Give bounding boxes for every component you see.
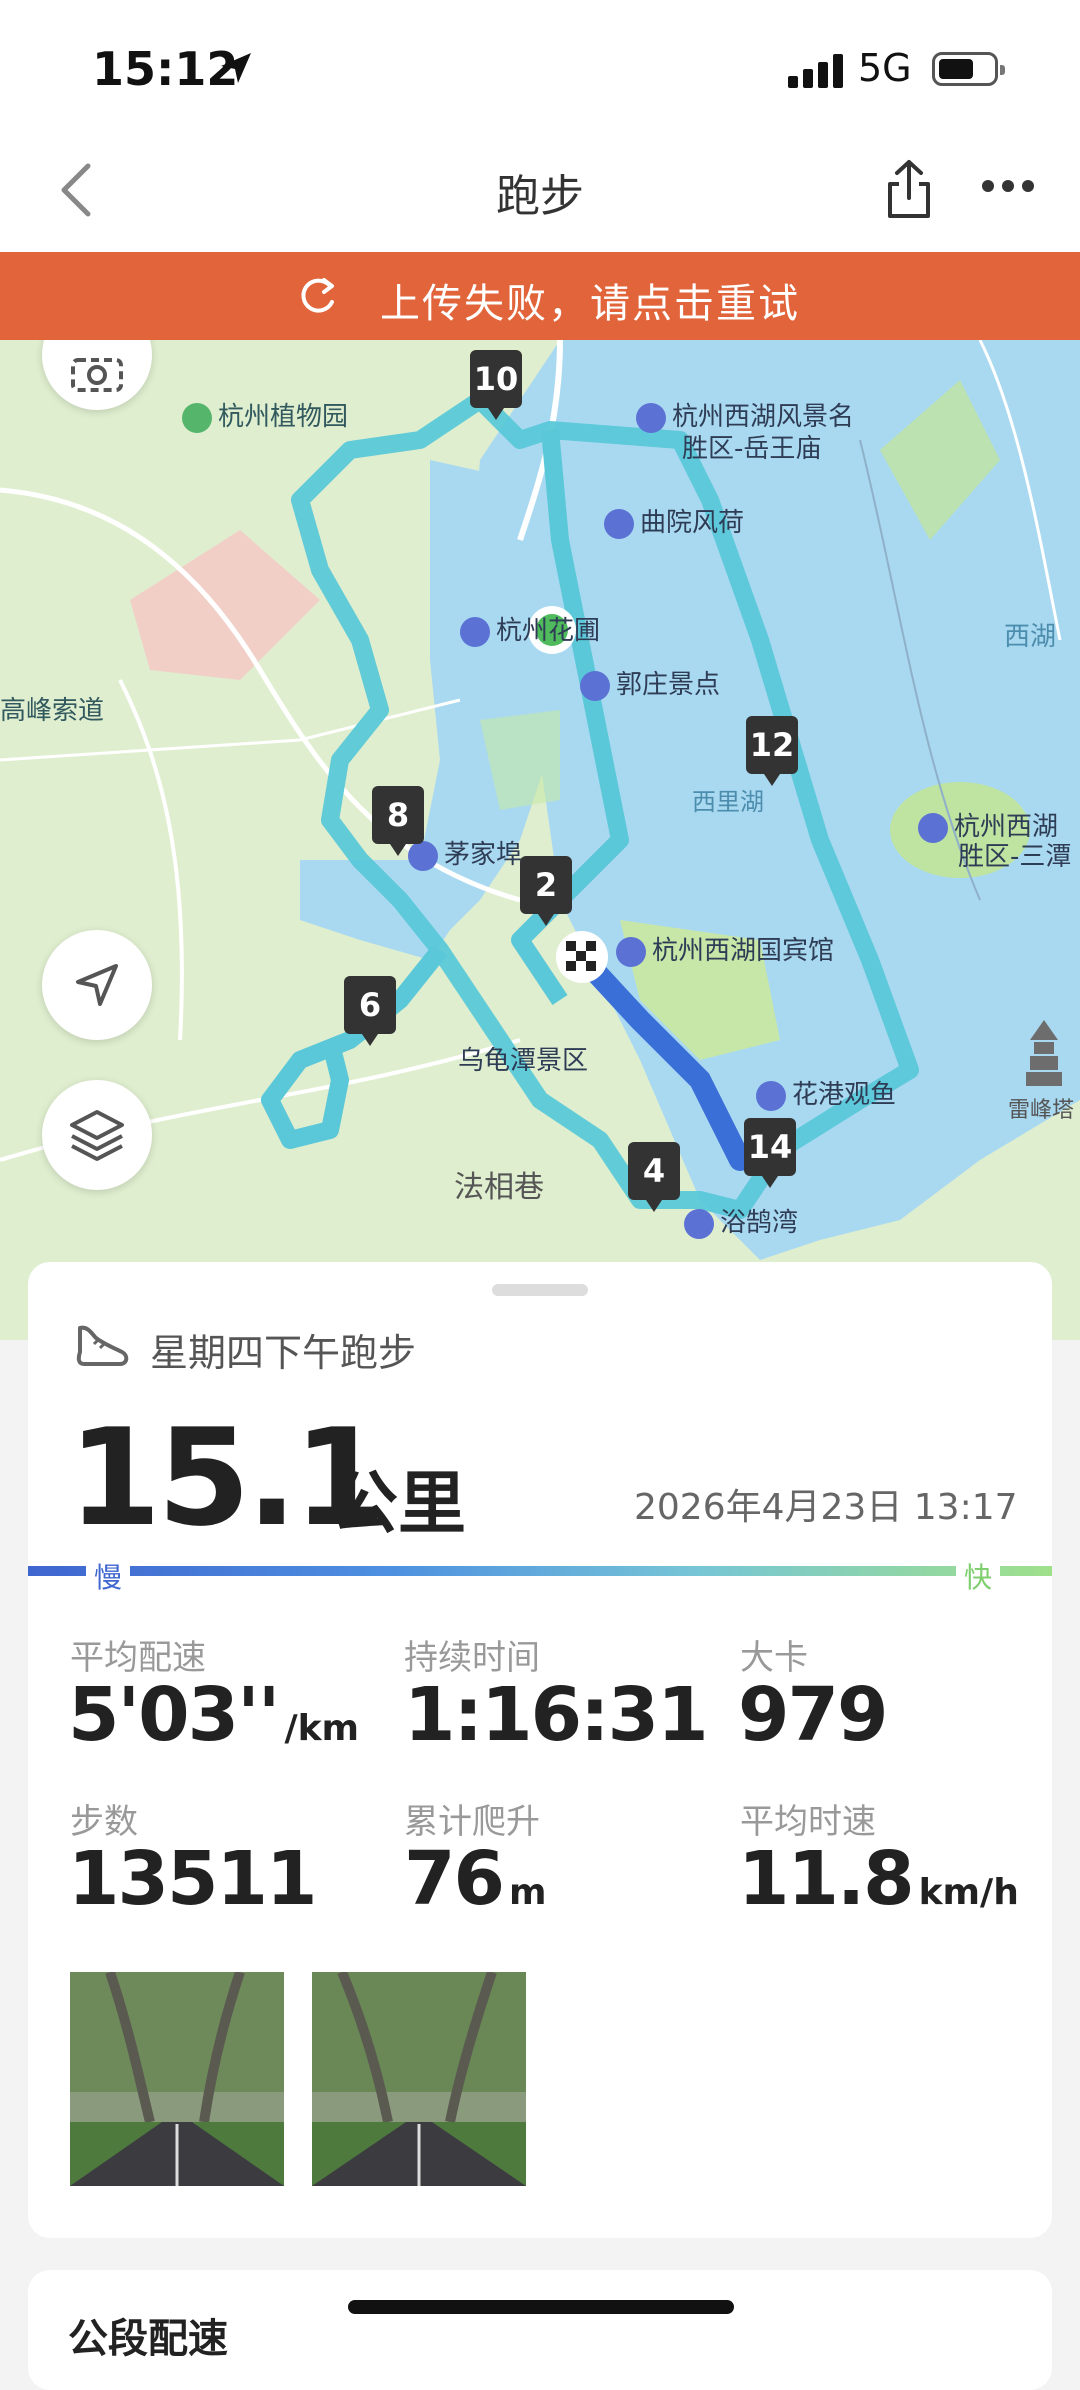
location-arrow-icon: [221, 53, 251, 83]
home-indicator: [348, 2300, 734, 2314]
split-pace-title: 公段配速: [68, 2316, 228, 2362]
scenic-icon: [918, 812, 948, 843]
fast-label: 快: [956, 1556, 1001, 1596]
activity-datetime: 2026年4月23日 13:17: [634, 1487, 1018, 1528]
map-label-guozhuang: 郭庄景点: [580, 664, 720, 701]
retry-icon: [301, 278, 334, 313]
map-label-guesthouse: 杭州西湖国宾馆: [616, 930, 834, 967]
km-marker: 8: [372, 786, 424, 856]
stat-avg-pace: 5'03''/km: [68, 1672, 360, 1758]
scenic-icon: [636, 402, 666, 433]
layers-button[interactable]: [42, 1080, 152, 1190]
map-label-leifeng: 雷峰塔: [1008, 1098, 1075, 1123]
map-label-gaofeng: 高峰索道: [0, 696, 105, 726]
km-marker: 10: [470, 350, 522, 420]
map-label-botanical: 杭州植物园: [182, 396, 348, 433]
map-label-xilihu: 西里湖: [692, 788, 764, 816]
scenic-icon: [684, 1208, 714, 1239]
stat-duration: 1:16:31: [404, 1672, 709, 1758]
locate-button[interactable]: [42, 930, 152, 1040]
running-shoe-icon: [76, 1325, 129, 1366]
map-label-xihu: 西湖: [1004, 622, 1057, 652]
map-label-yuewang-2: 胜区-岳王庙: [682, 434, 822, 464]
road-photo: [70, 1972, 284, 2186]
km-marker: 14: [744, 1118, 796, 1188]
map-label-santan-2: 胜区-三潭: [958, 842, 1072, 872]
scenic-icon: [460, 616, 490, 647]
battery-icon: [932, 52, 1005, 86]
activity-title: 星期四下午跑步: [150, 1331, 417, 1375]
photo-thumbnail[interactable]: [312, 1972, 526, 2186]
network-type: 5G: [858, 46, 912, 90]
map-label-quyuan: 曲院风荷: [604, 502, 744, 539]
pace-gradient-bar: [28, 1566, 1052, 1576]
stat-avg-speed: 11.8 km/h: [738, 1836, 1019, 1922]
map-label-maojiabu: 茅家埠: [408, 834, 522, 871]
map-label-faxiang: 法相巷: [454, 1170, 544, 1205]
photo-thumbnail[interactable]: [70, 1972, 284, 2186]
layers-icon: [70, 1110, 124, 1161]
slow-label: 慢: [86, 1556, 131, 1596]
map-label-yuhuwan: 浴鹄湾: [684, 1202, 798, 1239]
route-map[interactable]: 杭州植物园 杭州西湖风景名 胜区-岳王庙 曲院风荷 杭州花圃 郭庄景点 西湖 高…: [0, 340, 1080, 1340]
banner-text: 上传失败，请点击重试: [380, 281, 800, 327]
road-photo: [312, 1972, 526, 2186]
park-icon: [182, 402, 212, 433]
km-marker: 12: [746, 716, 798, 786]
map-label-wuguitan: 乌龟潭景区: [458, 1046, 589, 1076]
drag-handle[interactable]: [492, 1284, 588, 1296]
km-marker: 6: [344, 976, 396, 1046]
stat-elevation: 76 m: [404, 1836, 547, 1922]
scenic-icon: [756, 1080, 786, 1111]
scenic-icon: [604, 508, 634, 539]
upload-failed-banner[interactable]: 上传失败，请点击重试: [0, 252, 1080, 340]
map-label-huagang: 花港观鱼: [756, 1074, 896, 1111]
navigation-arrow-icon: [76, 964, 118, 1006]
stat-calories: 979: [738, 1672, 888, 1758]
scenic-icon: [408, 840, 438, 871]
km-marker: 4: [628, 1142, 680, 1212]
camera-icon: [71, 358, 123, 392]
more-icon[interactable]: [980, 178, 1036, 194]
map-label-hangzhou-garden: 杭州花圃: [460, 610, 600, 647]
distance-unit: 公里: [330, 1465, 467, 1544]
scenic-icon: [580, 670, 610, 701]
stat-steps: 13511: [68, 1836, 317, 1922]
hotel-icon: [616, 936, 646, 967]
share-icon[interactable]: [884, 158, 934, 220]
km-marker: 2: [520, 856, 572, 926]
signal-icon: [788, 54, 843, 88]
status-time: 15:12: [92, 42, 239, 96]
